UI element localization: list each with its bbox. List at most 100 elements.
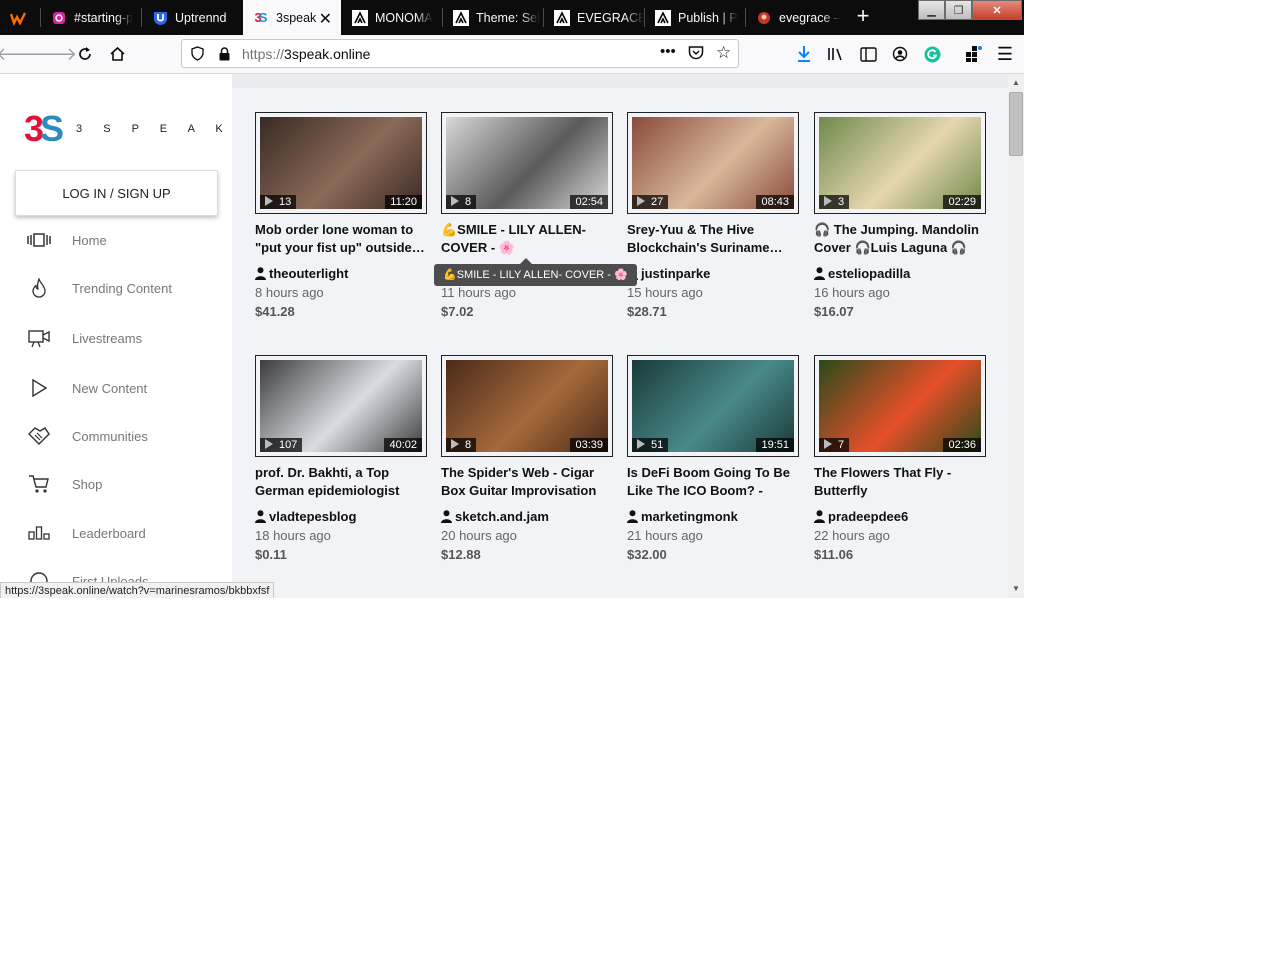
tab-evegrace[interactable]: EVEGRACE <box>544 0 644 35</box>
reload-icon <box>79 47 91 60</box>
close-window-button[interactable]: ✕ <box>972 0 1022 20</box>
library-icon[interactable] <box>826 44 846 64</box>
forward-button[interactable]: 🡒 <box>29 42 77 66</box>
new-tab-button[interactable]: + <box>850 4 876 30</box>
extensions-icon[interactable] <box>963 44 983 64</box>
video-card[interactable]: 3 02:29 🎧 The Jumping. Mandolin Cover 🎧Lui… <box>814 112 986 319</box>
grammarly-icon[interactable] <box>922 44 942 64</box>
play-icon <box>451 439 459 449</box>
url-bar[interactable]: https://3speak.online ••• ☆ <box>181 39 739 68</box>
page-viewport: 3S 3 S P E A K LOG IN / SIGN UP Home Tre… <box>0 74 1008 598</box>
pocket-icon[interactable] <box>688 45 704 64</box>
video-title[interactable]: prof. Dr. Bakhti, a Top German epidemiol… <box>255 464 427 500</box>
sidebar-item-livestreams[interactable]: Livestreams <box>0 323 232 353</box>
video-title[interactable]: Mob order lone woman to "put your fist u… <box>255 221 427 257</box>
play-icon <box>265 196 273 206</box>
video-thumbnail[interactable]: 3 02:29 <box>814 112 986 214</box>
video-author[interactable]: pradeepdee6 <box>814 509 986 524</box>
sidebar-item-trending[interactable]: Trending Content <box>0 273 232 303</box>
menu-icon[interactable]: ☰ <box>995 44 1015 64</box>
video-card[interactable]: 8 03:39 The Spider's Web - Cigar Box Guita… <box>441 355 613 562</box>
tab-strip: #starting-p Uptrennd 3S 3speak ✕ MONOMA … <box>0 0 1024 35</box>
user-icon <box>441 510 452 523</box>
restore-button[interactable]: ❐ <box>945 0 972 20</box>
tab-label: Uptrennd <box>175 10 227 25</box>
video-payout: $28.71 <box>627 304 667 319</box>
video-card[interactable]: 7 02:36 The Flowers That Fly - Butterfly pr… <box>814 355 986 562</box>
window-controls: ▁ ❐ ✕ <box>918 0 1022 20</box>
browser-window: #starting-p Uptrennd 3S 3speak ✕ MONOMA … <box>0 0 1024 598</box>
video-title[interactable]: The Spider's Web - Cigar Box Guitar Impr… <box>441 464 613 500</box>
tab-pinned-w[interactable] <box>0 0 40 35</box>
video-title[interactable]: Is DeFi Boom Going To Be Like The ICO Bo… <box>627 464 799 500</box>
video-thumbnail[interactable]: 13 11:20 <box>255 112 427 214</box>
view-count-badge: 8 <box>446 195 477 209</box>
video-thumbnail[interactable]: 27 08:43 <box>627 112 799 214</box>
tab-monoma[interactable]: MONOMA <box>342 0 442 35</box>
user-icon <box>814 267 825 280</box>
home-button[interactable] <box>105 42 129 66</box>
reload-button[interactable] <box>73 42 97 66</box>
account-icon[interactable] <box>890 44 910 64</box>
sidebar-item-home[interactable]: Home <box>0 225 232 255</box>
video-title[interactable]: 🎧 The Jumping. Mandolin Cover 🎧Luis Lagu… <box>814 221 986 257</box>
video-time: 16 hours ago <box>814 285 890 300</box>
video-card[interactable]: 27 08:43 Srey-Yuu & The Hive Blockchain's … <box>627 112 799 319</box>
url-text[interactable]: https://3speak.online <box>242 46 370 62</box>
video-thumbnail[interactable]: 8 03:39 <box>441 355 613 457</box>
tab-publish[interactable]: Publish | P <box>645 0 745 35</box>
video-card[interactable]: 107 40:02 prof. Dr. Bakhti, a Top German e… <box>255 355 427 562</box>
tab-starting[interactable]: #starting-p <box>41 0 141 35</box>
minimize-button[interactable]: ▁ <box>918 0 945 20</box>
sidebar-item-communities[interactable]: Communities <box>0 421 232 451</box>
logo[interactable]: 3S 3 S P E A K <box>24 108 232 150</box>
video-thumbnail[interactable]: 7 02:36 <box>814 355 986 457</box>
video-time: 11 hours ago <box>441 285 516 300</box>
video-time: 8 hours ago <box>255 285 324 300</box>
home-icon <box>109 46 125 61</box>
video-time: 20 hours ago <box>441 528 517 543</box>
duration-badge: 03:39 <box>570 438 608 452</box>
duration-badge: 02:36 <box>943 438 981 452</box>
tab-3speak[interactable]: 3S 3speak ✕ <box>243 0 341 35</box>
scroll-up-arrow-icon[interactable]: ▲ <box>1008 76 1024 90</box>
video-card[interactable]: 13 11:20 Mob order lone woman to "put your… <box>255 112 427 319</box>
sidebar-item-shop[interactable]: Shop <box>0 469 232 499</box>
video-title[interactable]: 💪SMILE - LILY ALLEN- COVER - 🌸 <box>441 221 613 257</box>
sidebar-item-label: Leaderboard <box>72 525 146 541</box>
login-signup-button[interactable]: LOG IN / SIGN UP <box>15 170 218 216</box>
bookmark-star-icon[interactable]: ☆ <box>716 43 731 63</box>
tab-uptrennd[interactable]: Uptrennd <box>142 0 242 35</box>
tab-evegrace-2[interactable]: evegrace – <box>746 0 846 35</box>
video-author[interactable]: marketingmonk <box>627 509 799 524</box>
video-author[interactable]: theouterlight <box>255 266 427 281</box>
lock-icon[interactable] <box>218 47 231 61</box>
play-icon <box>451 196 459 206</box>
shield-icon[interactable] <box>190 46 205 61</box>
page-actions-icon[interactable]: ••• <box>660 43 676 60</box>
video-author[interactable]: vladtepesblog <box>255 509 427 524</box>
video-title[interactable]: The Flowers That Fly - Butterfly <box>814 464 986 500</box>
video-title[interactable]: Srey-Yuu & The Hive Blockchain's Surinam… <box>627 221 799 257</box>
video-author[interactable]: sketch.and.jam <box>441 509 613 524</box>
page-scrollbar[interactable]: ▲ ▼ <box>1008 74 1024 598</box>
sidebar-item-new-content[interactable]: New Content <box>0 373 232 403</box>
sidebar-item-leaderboard[interactable]: Leaderboard <box>0 518 232 548</box>
downloads-icon[interactable] <box>794 44 814 64</box>
video-card[interactable]: 8 02:54 💪SMILE - LILY ALLEN- COVER - 🌸 11 h… <box>441 112 613 319</box>
video-thumbnail[interactable]: 107 40:02 <box>255 355 427 457</box>
video-card[interactable]: 51 19:51 Is DeFi Boom Going To Be Like The… <box>627 355 799 562</box>
scrollbar-thumb[interactable] <box>1009 92 1023 156</box>
video-thumbnail[interactable]: 51 19:51 <box>627 355 799 457</box>
sidebar-toggle-icon[interactable] <box>858 44 878 64</box>
close-tab-icon[interactable]: ✕ <box>319 9 332 29</box>
video-author[interactable]: justinparke <box>627 266 799 281</box>
tab-label: Publish | P <box>678 10 738 25</box>
video-time: 21 hours ago <box>627 528 703 543</box>
sidebar-item-label: New Content <box>72 380 148 396</box>
tab-theme[interactable]: Theme: Sel <box>443 0 543 35</box>
video-thumbnail[interactable]: 8 02:54 <box>441 112 613 214</box>
video-author[interactable]: esteliopadilla <box>814 266 986 281</box>
avatar-icon <box>756 10 772 26</box>
scroll-down-arrow-icon[interactable]: ▼ <box>1008 582 1024 596</box>
